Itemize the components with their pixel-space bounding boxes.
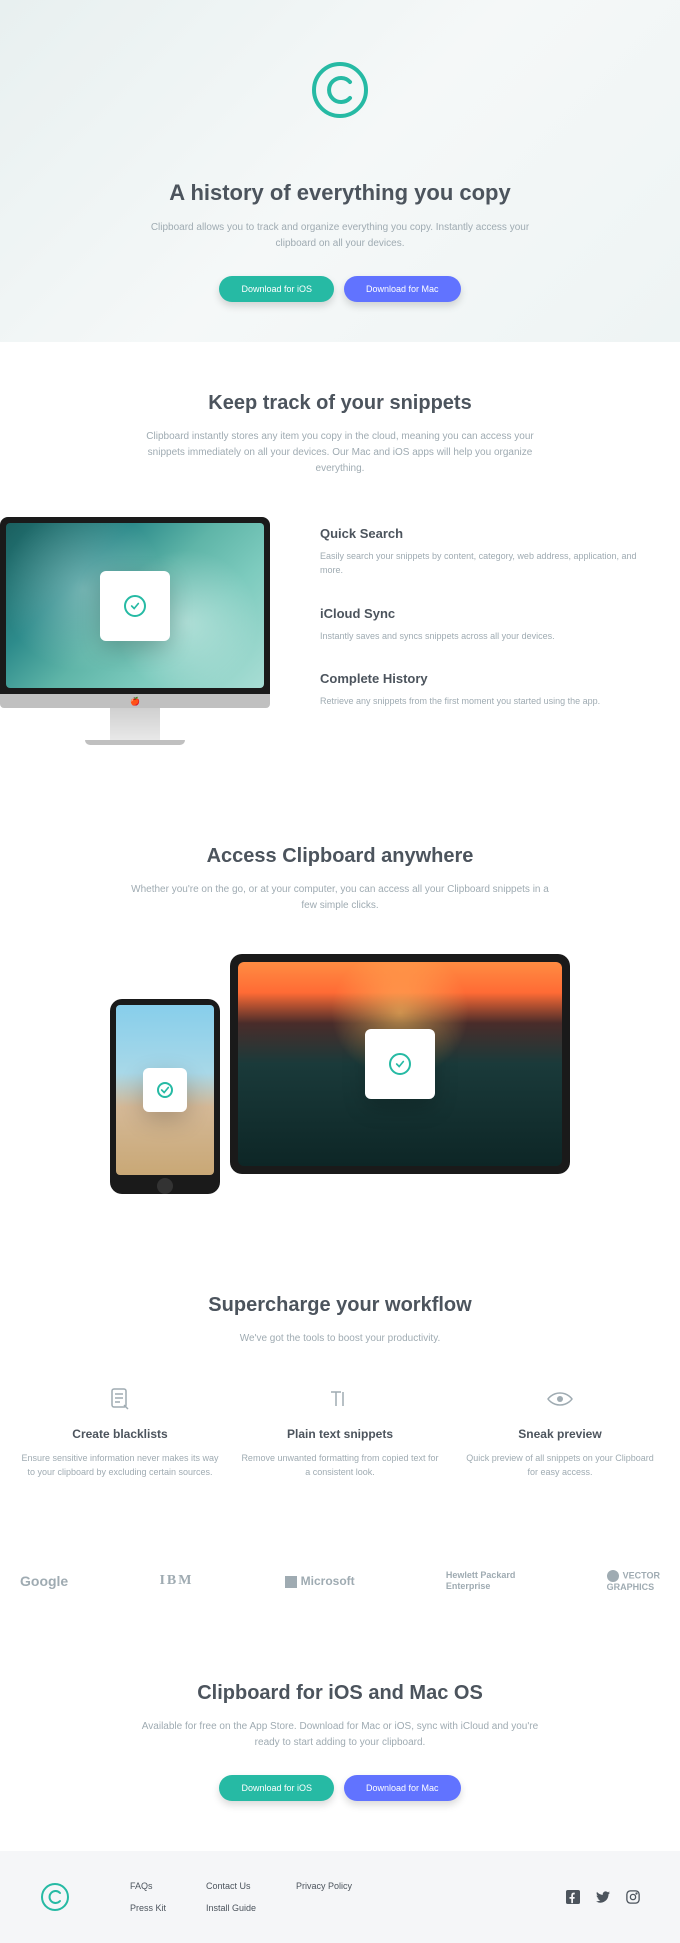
- download-ios-button[interactable]: Download for iOS: [219, 276, 334, 302]
- workflow-subtitle: We've got the tools to boost your produc…: [130, 1331, 550, 1347]
- download-mac-button[interactable]: Download for Mac: [344, 276, 461, 302]
- footer-link-contact[interactable]: Contact Us: [206, 1881, 256, 1891]
- download-mac-button[interactable]: Download for Mac: [344, 1775, 461, 1801]
- apple-icon: 🍎: [130, 697, 140, 706]
- workflow-item: Sneak preview Quick preview of all snipp…: [460, 1387, 660, 1480]
- workflow-section: Supercharge your workflow We've got the …: [0, 1244, 680, 1530]
- facebook-icon[interactable]: [566, 1890, 580, 1904]
- workflow-item-body: Ensure sensitive information never makes…: [20, 1451, 220, 1480]
- snippets-title: Keep track of your snippets: [20, 392, 660, 415]
- cta-section: Clipboard for iOS and Mac OS Available f…: [0, 1632, 680, 1851]
- brand-ibm: IBM: [159, 1573, 193, 1589]
- workflow-item-body: Remove unwanted formatting from copied t…: [240, 1451, 440, 1480]
- footer-link-faqs[interactable]: FAQs: [130, 1881, 166, 1891]
- snippets-section: Keep track of your snippets Clipboard in…: [0, 342, 680, 795]
- text-icon: [240, 1387, 440, 1411]
- check-icon: [157, 1082, 173, 1098]
- instagram-icon[interactable]: [626, 1890, 640, 1904]
- brand-logos: Google IBM Microsoft Hewlett Packard Ent…: [0, 1530, 680, 1632]
- logo-icon: [310, 60, 370, 120]
- access-subtitle: Whether you're on the go, or at your com…: [130, 882, 550, 914]
- brand-hp: Hewlett Packard Enterprise: [446, 1570, 516, 1592]
- footer-link-privacy[interactable]: Privacy Policy: [296, 1881, 352, 1891]
- blacklist-icon: [20, 1387, 220, 1411]
- footer-link-install[interactable]: Install Guide: [206, 1903, 256, 1913]
- download-ios-button[interactable]: Download for iOS: [219, 1775, 334, 1801]
- feature-title: Complete History: [320, 671, 660, 686]
- snippets-subtitle: Clipboard instantly stores any item you …: [130, 429, 550, 477]
- check-icon: [124, 595, 146, 617]
- workflow-item-title: Create blacklists: [20, 1427, 220, 1441]
- footer-link-press[interactable]: Press Kit: [130, 1903, 166, 1913]
- access-title: Access Clipboard anywhere: [20, 845, 660, 868]
- cta-subtitle: Available for free on the App Store. Dow…: [130, 1719, 550, 1751]
- hero-subtitle: Clipboard allows you to track and organi…: [130, 220, 550, 252]
- hero-section: A history of everything you copy Clipboa…: [0, 0, 680, 342]
- brand-google: Google: [20, 1573, 68, 1589]
- feature-item: iCloud Sync Instantly saves and syncs sn…: [320, 606, 660, 643]
- devices-illustration: [110, 954, 570, 1194]
- eye-icon: [460, 1387, 660, 1411]
- workflow-item: Create blacklists Ensure sensitive infor…: [20, 1387, 220, 1480]
- footer-logo-icon: [40, 1882, 70, 1912]
- workflow-item-body: Quick preview of all snippets on your Cl…: [460, 1451, 660, 1480]
- workflow-item-title: Sneak preview: [460, 1427, 660, 1441]
- computer-illustration: 🍎: [0, 517, 270, 745]
- twitter-icon[interactable]: [596, 1890, 610, 1904]
- feature-item: Quick Search Easily search your snippets…: [320, 526, 660, 578]
- access-section: Access Clipboard anywhere Whether you're…: [0, 795, 680, 1244]
- brand-microsoft: Microsoft: [285, 1574, 355, 1588]
- cta-title: Clipboard for iOS and Mac OS: [20, 1682, 660, 1705]
- workflow-title: Supercharge your workflow: [20, 1294, 660, 1317]
- footer: FAQs Contact Us Privacy Policy Press Kit…: [0, 1851, 680, 1943]
- brand-vector: VECTOR GRAPHICS: [607, 1570, 660, 1592]
- workflow-item-title: Plain text snippets: [240, 1427, 440, 1441]
- feature-body: Instantly saves and syncs snippets acros…: [320, 629, 660, 643]
- feature-item: Complete History Retrieve any snippets f…: [320, 671, 660, 708]
- hero-title: A history of everything you copy: [20, 180, 660, 206]
- feature-body: Easily search your snippets by content, …: [320, 549, 660, 578]
- feature-title: iCloud Sync: [320, 606, 660, 621]
- workflow-item: Plain text snippets Remove unwanted form…: [240, 1387, 440, 1480]
- feature-body: Retrieve any snippets from the first mom…: [320, 694, 660, 708]
- check-icon: [389, 1053, 411, 1075]
- feature-title: Quick Search: [320, 526, 660, 541]
